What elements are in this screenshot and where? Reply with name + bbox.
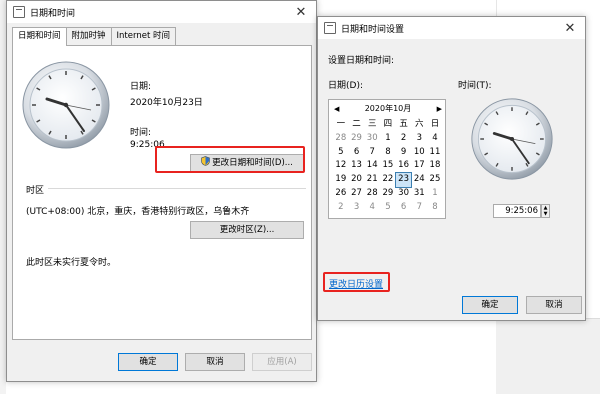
- calendar-day[interactable]: 29: [380, 187, 396, 201]
- tab-panel: 日期: 2020年10月23日 时间: 9:25:06 更改日期和时间(D)..…: [12, 45, 312, 340]
- calendar-day[interactable]: 11: [427, 146, 443, 160]
- calendar-day[interactable]: 31: [411, 187, 427, 201]
- timezone-divider: [48, 188, 306, 189]
- tab-additional-clocks[interactable]: 附加时钟: [65, 27, 112, 45]
- calendar-day[interactable]: 19: [333, 173, 349, 187]
- highlight-calendar-link: [323, 272, 390, 292]
- clock-app-icon: [13, 6, 25, 18]
- calendar-day[interactable]: 30: [364, 132, 380, 146]
- calendar-day[interactable]: 15: [380, 159, 396, 173]
- date-label: 日期:: [130, 82, 152, 92]
- dst-note: 此时区未实行夏令时。: [26, 258, 117, 268]
- background-window-footer: [496, 318, 600, 394]
- analog-clock-icon: [471, 98, 553, 180]
- cancel-button[interactable]: 取消: [185, 353, 245, 371]
- weekday-header: 一: [336, 119, 346, 129]
- calendar-day[interactable]: 16: [396, 159, 412, 173]
- calendar-day[interactable]: 24: [411, 173, 427, 187]
- calendar-day[interactable]: 29: [349, 132, 365, 146]
- calendar-day[interactable]: 3: [411, 132, 427, 146]
- tab-date-time[interactable]: 日期和时间: [12, 27, 67, 46]
- date-time-dialog: 日期和时间 ✕ 日期和时间 附加时钟 Internet 时间 日期: 2020年…: [6, 0, 317, 382]
- calendar-day[interactable]: 20: [349, 173, 365, 187]
- timezone-value: (UTC+08:00) 北京，重庆，香港特别行政区，乌鲁木齐: [26, 207, 250, 217]
- calendar-day[interactable]: 6: [396, 201, 412, 215]
- calendar-day[interactable]: 13: [349, 159, 365, 173]
- calendar-day[interactable]: 27: [349, 187, 365, 201]
- time-label: 时间:: [130, 128, 152, 138]
- time-spinner[interactable]: ▲ ▼: [541, 204, 550, 218]
- calendar-day[interactable]: 3: [349, 201, 365, 215]
- calendar-header: ◀ 2020年10月 ▶: [329, 102, 447, 116]
- calendar-day[interactable]: 8: [380, 146, 396, 160]
- next-month-arrow-icon[interactable]: ▶: [437, 102, 442, 116]
- tab-strip: 日期和时间 附加时钟 Internet 时间: [12, 27, 176, 46]
- close-icon[interactable]: ✕: [555, 17, 585, 39]
- calendar-day[interactable]: 9: [396, 146, 412, 160]
- weekday-header: 二: [352, 119, 361, 129]
- settings-dialog-title: 日期和时间设置: [341, 24, 405, 35]
- weekday-header: 三: [367, 119, 377, 129]
- ok-button[interactable]: 确定: [118, 353, 178, 371]
- calendar-day[interactable]: 7: [411, 201, 427, 215]
- calendar-day[interactable]: 1: [427, 187, 443, 201]
- settings-title-bar[interactable]: 日期和时间设置 ✕: [318, 17, 585, 39]
- calendar-day[interactable]: 12: [333, 159, 349, 173]
- calendar-day[interactable]: 25: [427, 173, 443, 187]
- calendar-day[interactable]: 5: [333, 146, 349, 160]
- timezone-group-label: 时区: [26, 186, 45, 196]
- calendar-day[interactable]: 22: [380, 173, 396, 187]
- weekday-header: 六: [415, 119, 424, 129]
- settings-ok-button[interactable]: 确定: [462, 296, 518, 314]
- settings-header: 设置日期和时间:: [328, 56, 395, 66]
- weekday-header: 五: [399, 119, 408, 129]
- calendar-day[interactable]: 2: [396, 132, 412, 146]
- calendar-day[interactable]: 18: [427, 159, 443, 173]
- calendar-day[interactable]: 10: [411, 146, 427, 160]
- calendar-day[interactable]: 7: [364, 146, 380, 160]
- close-icon[interactable]: ✕: [286, 1, 316, 23]
- calendar-day[interactable]: 28: [333, 132, 349, 146]
- calendar-day[interactable]: 8: [427, 201, 443, 215]
- calendar-day[interactable]: 28: [364, 187, 380, 201]
- calendar-day[interactable]: 2: [333, 201, 349, 215]
- calendar-day[interactable]: 5: [380, 201, 396, 215]
- month-calendar[interactable]: ◀ 2020年10月 ▶ 一二三四五六日 28 29 30 1 2 3 4 5 6 7 8 9 10 11 1…: [328, 99, 446, 219]
- calendar-day[interactable]: 17: [411, 159, 427, 173]
- clock-app-icon: [324, 22, 336, 34]
- calendar-day[interactable]: 14: [364, 159, 380, 173]
- time-input[interactable]: 9:25:06: [493, 204, 541, 218]
- calendar-day[interactable]: 30: [396, 187, 412, 201]
- calendar-label: 日期(D):: [328, 81, 363, 91]
- clock-label: 时间(T):: [458, 81, 492, 91]
- dialog-title: 日期和时间: [30, 8, 76, 19]
- weekday-header: 日: [430, 119, 440, 129]
- calendar-month-title[interactable]: 2020年10月: [329, 102, 447, 116]
- apply-button[interactable]: 应用(A): [252, 353, 312, 371]
- tab-internet-time[interactable]: Internet 时间: [110, 27, 176, 45]
- calendar-grid: 一二三四五六日 28 29 30 1 2 3 4 5 6 7 8 9 10 11 12 13 14 15 16 17 18…: [333, 118, 443, 215]
- spin-down-icon[interactable]: ▼: [542, 211, 549, 217]
- calendar-day[interactable]: 21: [364, 173, 380, 187]
- settings-cancel-button[interactable]: 取消: [526, 296, 582, 314]
- calendar-day[interactable]: 4: [427, 132, 443, 146]
- analog-clock-icon: [22, 61, 110, 149]
- title-bar[interactable]: 日期和时间 ✕: [7, 1, 316, 23]
- calendar-day[interactable]: 6: [349, 146, 365, 160]
- date-value: 2020年10月23日: [130, 98, 203, 108]
- change-timezone-button[interactable]: 更改时区(Z)...: [190, 221, 304, 239]
- highlight-change-date-time: [155, 146, 305, 173]
- calendar-day[interactable]: 26: [333, 187, 349, 201]
- weekday-header: 四: [383, 119, 393, 129]
- calendar-day[interactable]: 4: [364, 201, 380, 215]
- calendar-day-selected[interactable]: 23: [394, 172, 413, 188]
- calendar-day[interactable]: 1: [380, 132, 396, 146]
